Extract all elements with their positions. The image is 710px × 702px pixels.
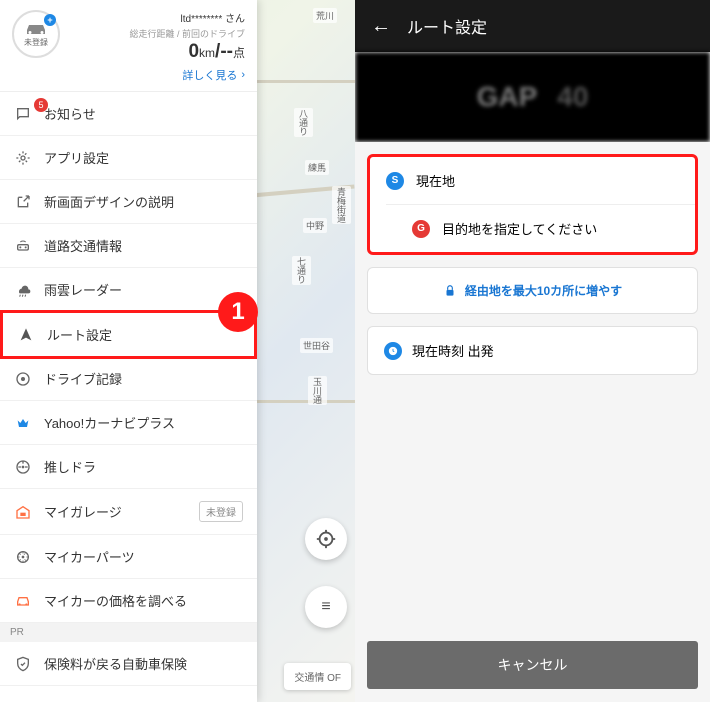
sidebar-item-garage[interactable]: マイガレージ未登録 (0, 489, 257, 535)
menu-item-label: ドライブ記録 (44, 369, 243, 388)
sidebar-item-external[interactable]: 新画面デザインの説明 (0, 180, 257, 224)
sidebar-header: 未登録 + ltd******** さん 総走行距離 / 前回のドライブ 0km… (0, 0, 257, 92)
status-tag: 未登録 (199, 501, 243, 522)
sidebar-item-crown[interactable]: Yahoo!カーナビプラス (0, 401, 257, 445)
car-icon (14, 592, 32, 610)
goal-label: 目的地を指定してください (442, 219, 597, 238)
menu-item-label: マイガレージ (44, 502, 187, 521)
menu-item-label: ルート設定 (47, 325, 240, 344)
sidebar-item-insurance-pr[interactable]: 保険料が戻る自動車保険 (0, 642, 257, 686)
menu-item-label: 推しドラ (44, 457, 243, 476)
menu-item-label: 新画面デザインの説明 (44, 192, 243, 211)
map-locate-button[interactable] (305, 518, 347, 560)
route-endpoints-card: S 現在地 G 目的地を指定してください (367, 154, 698, 255)
chat-icon (14, 105, 32, 123)
stats-value: 0km/--点 (70, 42, 245, 61)
shield-icon (14, 655, 32, 673)
notification-badge: 5 (34, 98, 48, 112)
stats-caption: 総走行距離 / 前回のドライブ (70, 27, 245, 40)
nav-icon (17, 326, 35, 344)
waypoint-card: 経由地を最大10カ所に増やす (367, 267, 698, 314)
crown-icon (14, 414, 32, 432)
map-label: 玉川通 (308, 376, 327, 405)
waypoint-link-label: 経由地を最大10カ所に増やす (465, 282, 622, 299)
clock-icon (384, 342, 402, 360)
traffic-icon (14, 237, 32, 255)
menu-item-label: 保険料が戻る自動車保険 (44, 654, 243, 673)
pr-section-label: PR (0, 623, 257, 642)
car-badge-label: 未登録 (24, 37, 48, 48)
sidebar-item-chat[interactable]: お知らせ5 (0, 92, 257, 136)
map-label: 青梅街道 (332, 186, 351, 224)
detail-link[interactable]: 詳しく見る › (70, 67, 245, 83)
menu-item-label: アプリ設定 (44, 148, 243, 167)
departure-time-card: 現在時刻 出発 (367, 326, 698, 375)
external-icon (14, 193, 32, 211)
sidebar-item-steering[interactable]: 推しドラ (0, 445, 257, 489)
route-start-row[interactable]: S 現在地 (370, 157, 695, 204)
sidebar-item-traffic[interactable]: 道路交通情報 (0, 224, 257, 268)
route-goal-row[interactable]: G 目的地を指定してください (386, 204, 695, 252)
map-label: 練馬 (305, 160, 329, 175)
sidebar-item-car[interactable]: マイカーの価格を調べる (0, 579, 257, 623)
map-label: 中野 (303, 218, 327, 233)
menu-item-label: Yahoo!カーナビプラス (44, 413, 243, 432)
page-title: ルート設定 (407, 14, 487, 38)
cloud-icon (14, 281, 32, 299)
map-menu-button[interactable]: ≡ (305, 586, 347, 628)
map-label: 七通り (292, 256, 311, 285)
map-label: 世田谷 (300, 338, 333, 353)
departure-time-label: 現在時刻 出発 (412, 341, 494, 360)
garage-icon (14, 503, 32, 521)
crosshair-icon (315, 528, 337, 550)
parts-icon (14, 548, 32, 566)
plus-icon: + (44, 14, 56, 26)
back-button[interactable]: ← (371, 15, 391, 38)
menu-item-label: お知らせ (44, 104, 243, 123)
user-name: ltd******** さん (70, 10, 245, 25)
map-label: 八通り (294, 108, 313, 137)
rec-icon (14, 370, 32, 388)
start-label: 現在地 (416, 171, 455, 190)
car-register-badge[interactable]: 未登録 + (12, 10, 60, 58)
hamburger-icon: ≡ (321, 598, 330, 616)
menu-item-label: 雨雲レーダー (44, 280, 243, 299)
cancel-button[interactable]: キャンセル (367, 641, 698, 689)
departure-time-row[interactable]: 現在時刻 出発 (368, 327, 697, 374)
sidebar-item-parts[interactable]: マイカーパーツ (0, 535, 257, 579)
map-search-chip[interactable]: 交通情 OF (284, 663, 351, 690)
menu-item-label: マイカーの価格を調べる (44, 591, 243, 610)
goal-pin-icon: G (412, 220, 430, 238)
lock-icon (443, 284, 457, 298)
menu-item-label: 道路交通情報 (44, 236, 243, 255)
route-settings-header: ← ルート設定 (355, 0, 710, 52)
sidebar-item-gear[interactable]: アプリ設定 (0, 136, 257, 180)
map-label: 荒川 (313, 8, 337, 23)
menu-item-label: マイカーパーツ (44, 547, 243, 566)
ad-banner[interactable]: GAP40 (355, 52, 710, 142)
steering-icon (14, 458, 32, 476)
sidebar-item-rec[interactable]: ドライブ記録 (0, 357, 257, 401)
callout-1: 1 (218, 292, 258, 332)
detail-link-label: 詳しく見る (182, 67, 237, 83)
add-waypoints-link[interactable]: 経由地を最大10カ所に増やす (368, 268, 697, 313)
start-pin-icon: S (386, 172, 404, 190)
gear-icon (14, 149, 32, 167)
chevron-right-icon: › (241, 69, 245, 81)
sidebar: 未登録 + ltd******** さん 総走行距離 / 前回のドライブ 0km… (0, 0, 257, 702)
arrow-left-icon: ← (371, 15, 391, 37)
